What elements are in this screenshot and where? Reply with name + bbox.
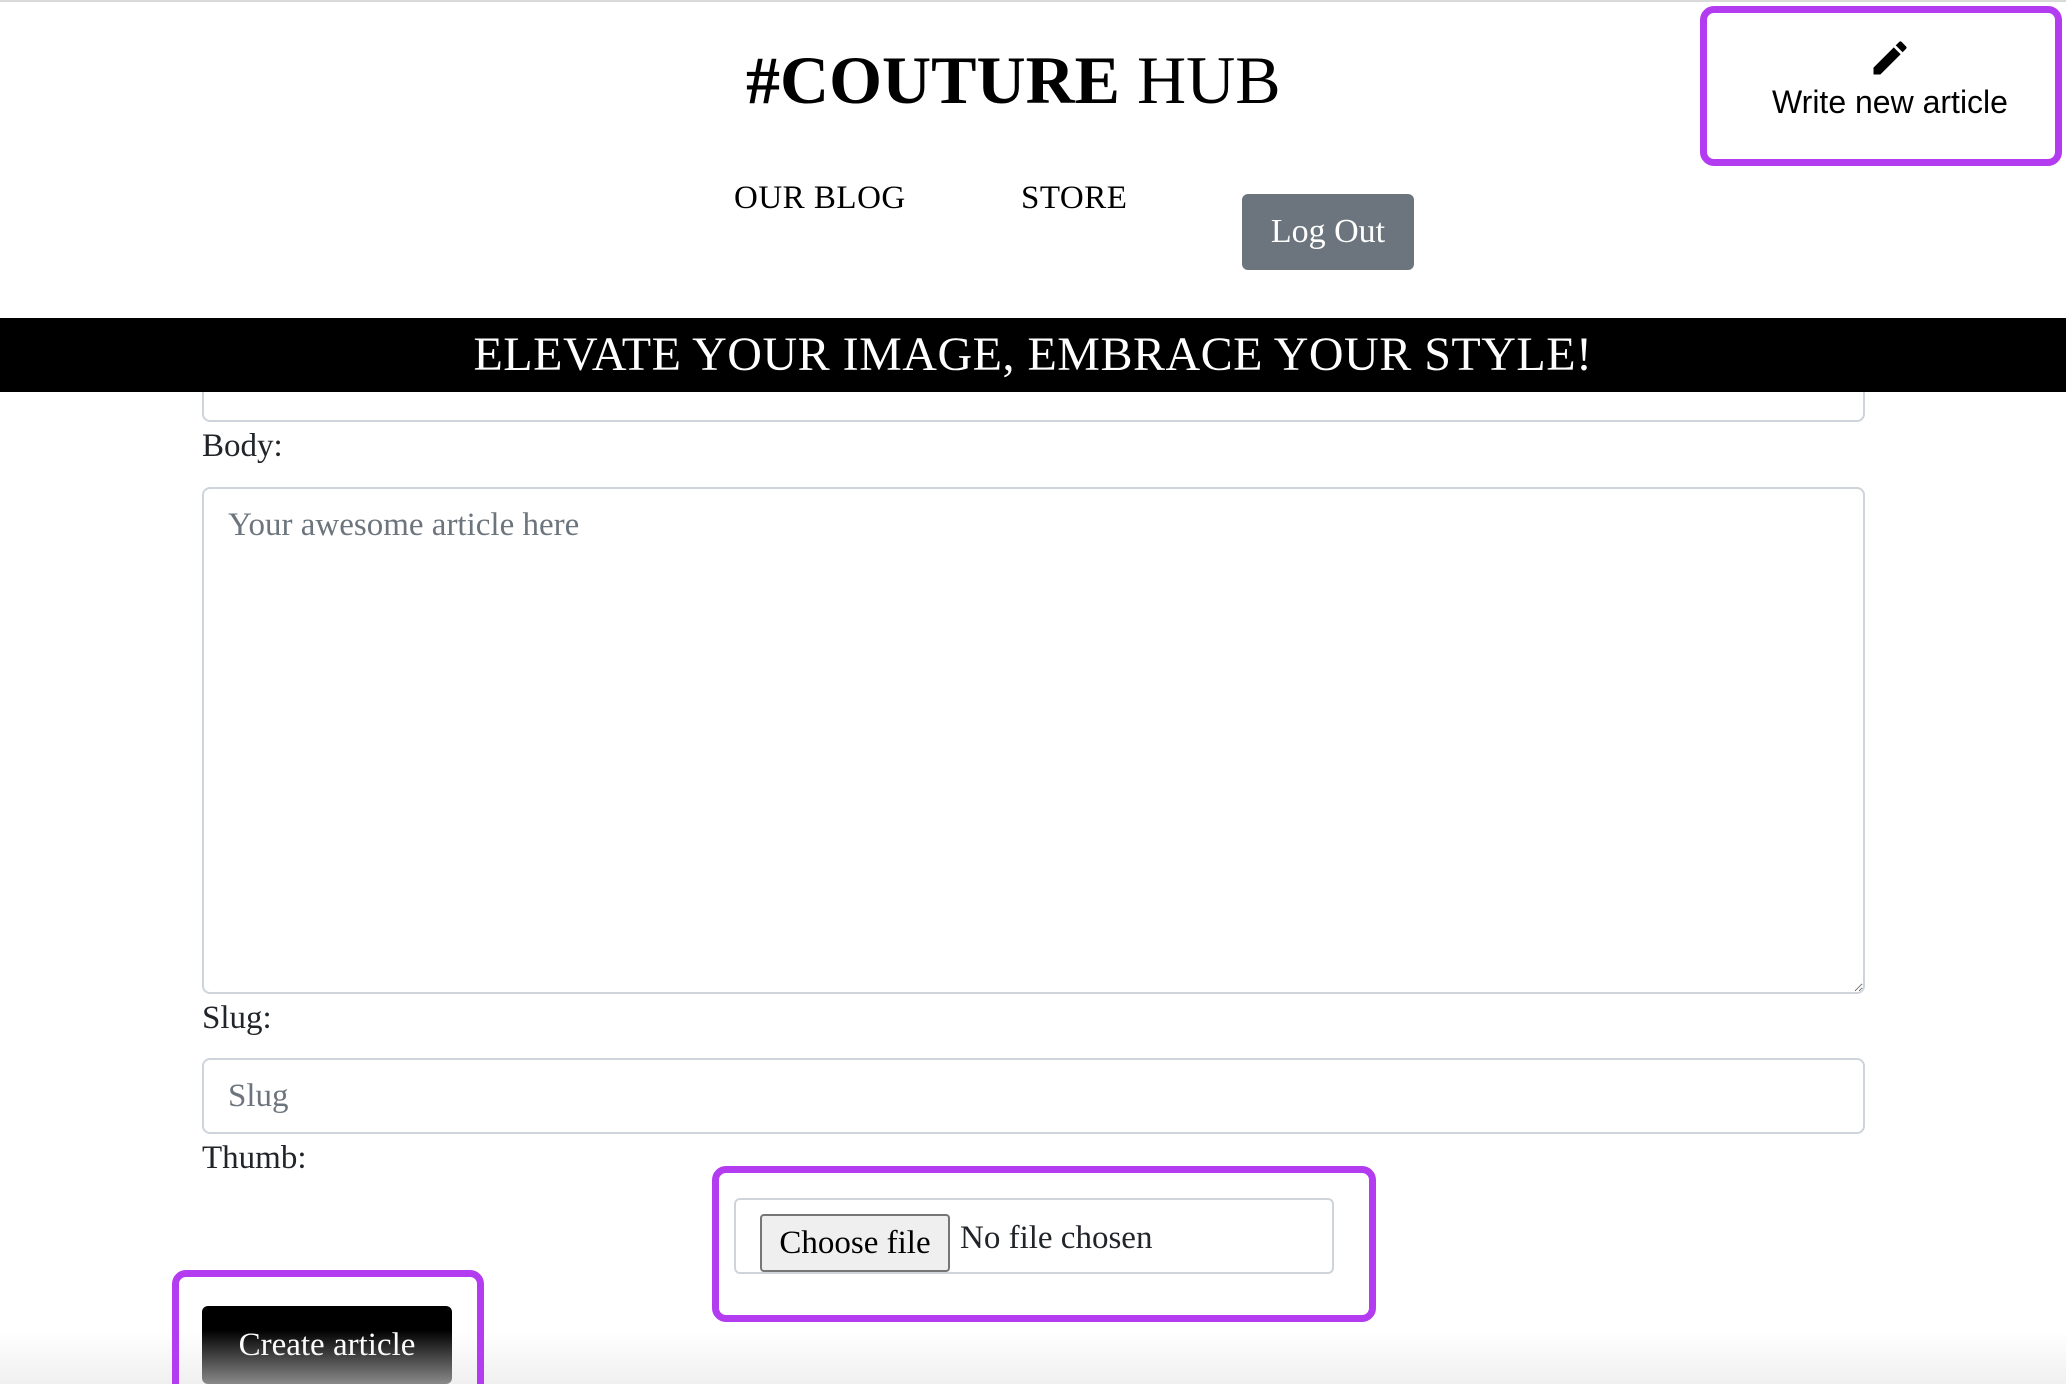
site-brand[interactable]: #COUTURE HUB [746, 40, 1296, 120]
brand-hashtag: #COUTURE [746, 42, 1121, 118]
brand-rest: HUB [1120, 42, 1281, 118]
file-status: No file chosen [960, 1220, 1153, 1256]
body-label: Body: [202, 428, 283, 464]
pencil-icon [1873, 41, 1907, 75]
page: #COUTURE HUB OUR BLOG STORE Log Out Writ… [0, 0, 2066, 1384]
choose-file-button[interactable]: Choose file [760, 1214, 950, 1272]
nav-our-blog[interactable]: OUR BLOG [734, 180, 906, 217]
thumb-label: Thumb: [202, 1140, 307, 1176]
slug-label: Slug: [202, 1000, 272, 1036]
write-new-article-label: Write new article [1772, 84, 2008, 120]
body-textarea[interactable] [202, 487, 1865, 994]
create-article-button[interactable]: Create article [202, 1306, 452, 1384]
tagline-banner: ELEVATE YOUR IMAGE, EMBRACE YOUR STYLE! [0, 318, 2066, 392]
thumb-file-input[interactable]: Choose file No file chosen [734, 1198, 1334, 1274]
nav-store[interactable]: STORE [1021, 180, 1127, 217]
top-border [0, 0, 2066, 2]
write-new-article-link[interactable]: Write new article [1700, 30, 2066, 140]
slug-input[interactable] [202, 1058, 1865, 1134]
logout-button[interactable]: Log Out [1242, 194, 1414, 270]
